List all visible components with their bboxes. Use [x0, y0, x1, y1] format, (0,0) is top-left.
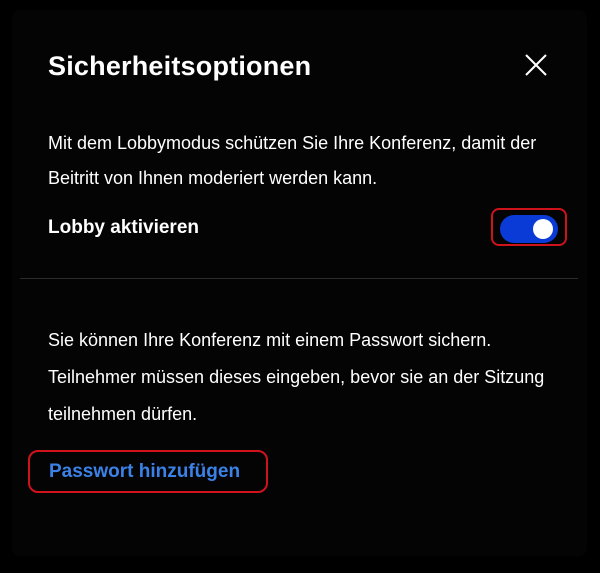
- lobby-description: Mit dem Lobbymodus schützen Sie Ihre Kon…: [48, 133, 537, 188]
- lobby-toggle[interactable]: [491, 208, 567, 246]
- lobby-toggle-track: [500, 215, 558, 243]
- lobby-toggle-knob: [533, 219, 553, 239]
- security-options-dialog: Sicherheitsoptionen Mit dem Lobbymodus s…: [12, 10, 587, 556]
- password-description: Sie können Ihre Konferenz mit einem Pass…: [48, 330, 545, 424]
- dialog-title: Sicherheitsoptionen: [48, 51, 312, 81]
- add-password-button[interactable]: Passwort hinzufügen: [28, 450, 268, 493]
- add-password-label: Passwort hinzufügen: [49, 461, 241, 482]
- lobby-setting-row: Lobby aktivieren: [48, 208, 567, 248]
- lobby-toggle-label: Lobby aktivieren: [48, 217, 199, 238]
- close-button[interactable]: [523, 52, 549, 78]
- close-icon: [525, 54, 547, 76]
- section-divider: [20, 278, 578, 279]
- dialog-header: Sicherheitsoptionen: [48, 50, 551, 86]
